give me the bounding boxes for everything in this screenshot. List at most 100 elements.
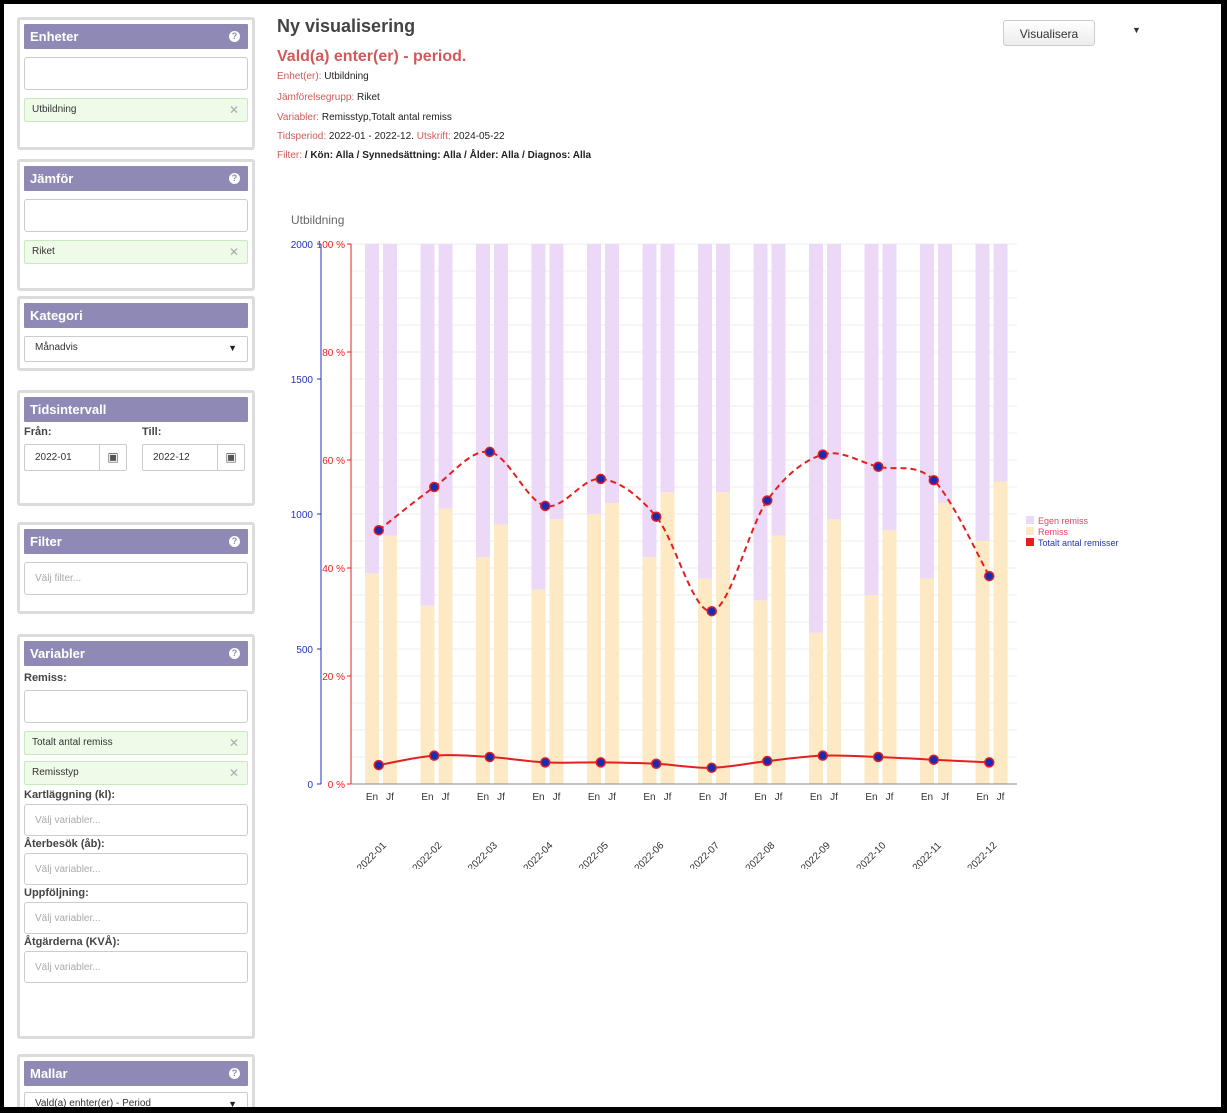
x-subcategory-label: Jf xyxy=(386,792,394,803)
bar-egen-remiss xyxy=(438,244,453,509)
mallar-select[interactable]: Vald(a) enhter(er) - Period ▼ xyxy=(24,1092,248,1107)
x-category-label: 2022-03 xyxy=(466,840,500,869)
bar-egen-remiss xyxy=(993,244,1008,482)
x-subcategory-label: En xyxy=(754,792,766,803)
chart-title: Utbildning xyxy=(291,213,344,227)
line-marker xyxy=(762,495,773,506)
help-icon[interactable]: ? xyxy=(229,31,240,42)
percent-axis-tick-label: 100 % xyxy=(317,240,345,251)
x-category-label: 2022-08 xyxy=(744,840,778,869)
mallar-panel: Mallar? Vald(a) enhter(er) - Period ▼ xyxy=(17,1054,255,1107)
bar-remiss xyxy=(642,557,657,784)
kategori-header: Kategori xyxy=(24,303,248,328)
help-icon[interactable]: ? xyxy=(229,536,240,547)
x-subcategory-label: En xyxy=(865,792,877,803)
atgarderna-label: Åtgärderna (KVÅ): xyxy=(24,936,120,948)
line-marker xyxy=(706,605,717,617)
remiss-tag: Totalt antal remiss ✕ xyxy=(24,731,248,755)
legend-label: Egen remiss xyxy=(1038,516,1089,526)
bar-egen-remiss xyxy=(882,244,897,531)
x-subcategory-label: En xyxy=(477,792,489,803)
enheter-header: Enheter? xyxy=(24,24,248,49)
enheter-panel: Enheter? Utbildning ✕ xyxy=(17,17,255,150)
bar-remiss xyxy=(993,481,1008,784)
bar-remiss xyxy=(476,557,490,784)
x-category-label: 2022-02 xyxy=(411,840,445,869)
enheter-search-input[interactable] xyxy=(24,57,248,90)
left-axis-tick-label: 1500 xyxy=(291,375,314,386)
calendar-icon[interactable]: ▣ xyxy=(99,445,126,470)
x-category-label: 2022-12 xyxy=(966,840,1000,869)
help-icon[interactable]: ? xyxy=(229,648,240,659)
help-icon[interactable]: ? xyxy=(229,173,240,184)
bar-remiss xyxy=(882,530,897,784)
x-category-label: 2022-11 xyxy=(911,840,945,869)
x-subcategory-label: Jf xyxy=(664,792,672,803)
jamfor-search-input[interactable] xyxy=(24,199,248,232)
x-subcategory-label: Jf xyxy=(608,792,616,803)
remove-icon[interactable]: ✕ xyxy=(229,762,239,784)
meta-variabler: Variabler: Remisstyp,Totalt antal remiss xyxy=(277,112,452,123)
x-category-label: 2022-07 xyxy=(688,840,722,869)
bar-egen-remiss xyxy=(660,244,675,493)
bar-egen-remiss xyxy=(698,244,712,579)
legend-swatch xyxy=(1026,527,1034,535)
bar-remiss xyxy=(494,524,508,784)
x-subcategory-label: En xyxy=(976,792,988,803)
x-subcategory-label: Jf xyxy=(830,792,838,803)
bar-remiss xyxy=(920,578,934,784)
page-title: Ny visualisering xyxy=(277,16,416,36)
bar-egen-remiss xyxy=(642,244,657,558)
x-subcategory-label: Jf xyxy=(719,792,727,803)
bar-remiss xyxy=(531,589,546,784)
bar-remiss xyxy=(716,492,730,784)
remove-icon[interactable]: ✕ xyxy=(229,732,239,754)
bar-egen-remiss xyxy=(920,244,934,579)
x-subcategory-label: En xyxy=(921,792,933,803)
bar-remiss xyxy=(438,508,453,784)
remiss-search-input[interactable] xyxy=(24,690,248,723)
bar-egen-remiss xyxy=(476,244,490,558)
line-marker xyxy=(762,755,773,767)
atgarderna-input[interactable]: Välj variabler... xyxy=(24,951,248,983)
aterbesok-input[interactable]: Välj variabler... xyxy=(24,853,248,885)
from-date-input[interactable]: 2022-01 ▣ xyxy=(24,444,127,471)
remove-icon[interactable]: ✕ xyxy=(229,241,239,263)
x-subcategory-label: En xyxy=(421,792,433,803)
line-marker xyxy=(873,461,884,472)
filter-input[interactable]: Välj filter... xyxy=(24,562,248,595)
from-label: Från: xyxy=(24,426,52,438)
x-subcategory-label: Jf xyxy=(941,792,949,803)
x-category-label: 2022-01 xyxy=(355,840,389,869)
dropdown-caret-icon[interactable]: ▼ xyxy=(1132,25,1141,35)
x-subcategory-label: Jf xyxy=(497,792,505,803)
left-axis-tick-label: 500 xyxy=(296,645,313,656)
aterbesok-label: Återbesök (åb): xyxy=(24,838,105,850)
bar-remiss xyxy=(383,535,397,784)
kartlaggning-label: Kartläggning (kl): xyxy=(24,789,116,801)
to-date-input[interactable]: 2022-12 ▣ xyxy=(142,444,245,471)
page-subtitle: Vald(a) enter(er) - period. xyxy=(277,48,467,65)
uppfoljning-input[interactable]: Välj variabler... xyxy=(24,902,248,934)
line-marker xyxy=(373,524,384,536)
remove-icon[interactable]: ✕ xyxy=(229,99,239,121)
x-subcategory-label: Jf xyxy=(442,792,450,803)
chevron-down-icon: ▼ xyxy=(228,1099,237,1107)
x-category-label: 2022-06 xyxy=(633,840,667,869)
enheter-tag: Utbildning ✕ xyxy=(24,98,248,122)
filter-header: Filter? xyxy=(24,529,248,554)
bar-egen-remiss xyxy=(864,244,879,595)
jamfor-header: Jämför? xyxy=(24,166,248,191)
line-marker xyxy=(817,449,828,460)
line-marker xyxy=(595,473,606,485)
kategori-select[interactable]: Månadvis ▼ xyxy=(24,336,248,362)
bar-egen-remiss xyxy=(753,244,768,601)
kartlaggning-input[interactable]: Välj variabler... xyxy=(24,804,248,836)
legend-label: Remiss xyxy=(1038,527,1069,537)
bar-egen-remiss xyxy=(938,244,952,504)
bar-remiss xyxy=(938,503,952,784)
bar-egen-remiss xyxy=(420,244,435,606)
visualize-button[interactable]: Visualisera xyxy=(1003,20,1095,46)
calendar-icon[interactable]: ▣ xyxy=(217,445,244,470)
help-icon[interactable]: ? xyxy=(229,1068,240,1079)
